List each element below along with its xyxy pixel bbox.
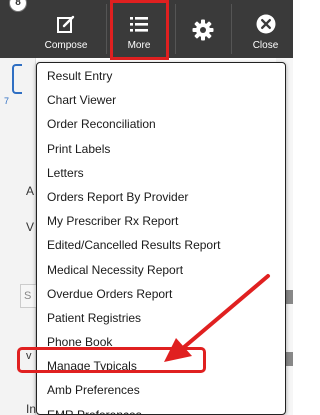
- screenshot-root: 7 A V S v In 8 Compose More Close Result…: [0, 0, 293, 415]
- background-digit: 7: [4, 96, 10, 106]
- toolbar-divider: [175, 4, 176, 54]
- compose-button[interactable]: Compose: [34, 0, 98, 58]
- more-button-highlight: [110, 0, 169, 60]
- menu-item-emr-preferences[interactable]: EMR Preferences: [37, 403, 285, 414]
- close-circle-icon: [238, 12, 293, 36]
- gear-icon: [182, 18, 224, 42]
- menu-item-print-labels[interactable]: Print Labels: [37, 137, 285, 161]
- background-letter-s: S: [24, 290, 32, 302]
- toolbar: 8 Compose More Close: [0, 0, 293, 60]
- menu-item-overdue-orders-report[interactable]: Overdue Orders Report: [37, 282, 285, 306]
- menu-item-patient-registries[interactable]: Patient Registries: [37, 306, 285, 330]
- toolbar-divider: [106, 4, 107, 54]
- menu-item-order-reconciliation[interactable]: Order Reconciliation: [37, 112, 285, 136]
- compose-icon: [34, 12, 98, 36]
- toolbar-divider: [231, 4, 232, 54]
- compose-label: Compose: [44, 40, 88, 51]
- menu-item-medical-necessity-report[interactable]: Medical Necessity Report: [37, 258, 285, 282]
- menu-item-result-entry[interactable]: Result Entry: [37, 64, 285, 88]
- menu-item-edited-cancelled-results-report[interactable]: Edited/Cancelled Results Report: [37, 233, 285, 257]
- menu-item-orders-report-by-provider[interactable]: Orders Report By Provider: [37, 185, 285, 209]
- menu-item-amb-preferences[interactable]: Amb Preferences: [37, 378, 285, 402]
- background-letter-a: A: [26, 184, 35, 198]
- background-blue-frame: [12, 64, 22, 94]
- close-label: Close: [252, 40, 279, 51]
- menu-item-my-prescriber-rx-report[interactable]: My Prescriber Rx Report: [37, 209, 285, 233]
- background-letter-v: V: [26, 220, 35, 234]
- close-button[interactable]: Close: [238, 0, 293, 58]
- menu-item-chart-viewer[interactable]: Chart Viewer: [37, 88, 285, 112]
- settings-button[interactable]: [182, 0, 224, 58]
- manage-typicals-highlight: [17, 347, 206, 373]
- menu-item-letters[interactable]: Letters: [37, 161, 285, 185]
- background-text-in: In: [26, 402, 37, 415]
- notification-badge[interactable]: 8: [9, 0, 27, 12]
